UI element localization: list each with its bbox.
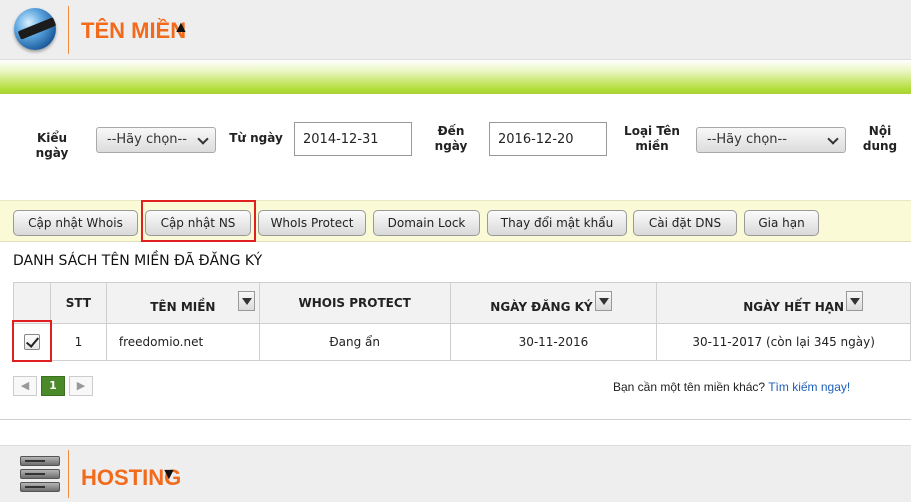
row-domain: freedomio.net: [105, 323, 260, 361]
row-registered-date: 30-11-2016: [449, 323, 658, 361]
change-password-button[interactable]: Thay đổi mật khẩu: [487, 210, 627, 236]
chevron-down-icon: [197, 133, 209, 145]
filter-panel: Kiểu ngày --Hãy chọn-- Từ ngày 2014-12-3…: [0, 94, 911, 200]
content-label: Nội dung: [862, 124, 898, 153]
search-prompt: Bạn cần một tên miền khác? Tìm kiếm ngay…: [613, 380, 850, 394]
action-toolbar: Cập nhật Whois Cập nhật NS WhoIs Protect…: [0, 200, 911, 242]
search-now-link[interactable]: Tìm kiếm ngay!: [768, 380, 850, 394]
to-date-label: Đến ngày: [434, 124, 468, 153]
sort-dropdown-icon[interactable]: [846, 291, 864, 311]
row-whois-status: Đang ẩn: [258, 323, 451, 361]
server-icon: [20, 456, 60, 494]
table-header-row: STT TÊN MIỀN WHOIS PROTECT NGÀY ĐĂNG KÝ …: [13, 282, 911, 324]
from-date-label: Từ ngày: [229, 131, 283, 145]
column-header-whois: WHOIS PROTECT: [258, 282, 451, 324]
column-header-expires: NGÀY HẾT HẠN: [656, 282, 911, 324]
domain-management-page: TÊN MIỀN ▲ Kiểu ngày --Hãy chọn-- Từ ngà…: [0, 0, 911, 502]
search-prompt-text: Bạn cần một tên miền khác?: [613, 380, 766, 394]
panel-bottom-border: [0, 419, 911, 427]
update-whois-button[interactable]: Cập nhật Whois: [13, 210, 138, 236]
column-header-stt: STT: [49, 282, 107, 324]
whois-protect-button[interactable]: WhoIs Protect: [258, 210, 366, 236]
select-column-header: [13, 282, 51, 324]
domain-type-select[interactable]: --Hãy chọn--: [696, 127, 846, 153]
renew-button[interactable]: Gia hạn: [744, 210, 819, 236]
row-expiry-date: 30-11-2017 (còn lại 345 ngày): [656, 323, 911, 361]
domain-list-title: DANH SÁCH TÊN MIỀN ĐÃ ĐĂNG KÝ: [13, 253, 263, 269]
domain-table: STT TÊN MIỀN WHOIS PROTECT NGÀY ĐĂNG KÝ …: [13, 282, 911, 361]
hosting-section-header[interactable]: HOSTING ▼: [0, 445, 911, 502]
domain-section-title: TÊN MIỀN: [81, 18, 187, 43]
table-row[interactable]: 1 freedomio.net Đang ẩn 30-11-2016 30-11…: [13, 323, 911, 361]
collapse-up-icon[interactable]: ▲: [173, 19, 189, 37]
section-green-bar: [0, 60, 911, 94]
domain-type-label: Loại Tên miền: [624, 124, 680, 153]
globe-icon: [14, 8, 57, 50]
checkbox-highlight: [12, 320, 52, 362]
to-date-field[interactable]: 2016-12-20: [489, 122, 607, 156]
expand-down-icon[interactable]: ▼: [161, 466, 177, 484]
row-stt: 1: [49, 323, 107, 361]
header-divider: [68, 450, 69, 498]
column-header-domain: TÊN MIỀN: [105, 282, 260, 324]
sort-dropdown-icon[interactable]: [594, 291, 612, 311]
date-type-label: Kiểu ngày: [35, 131, 69, 160]
domain-type-select-value: --Hãy chọn--: [707, 132, 787, 147]
domain-lock-button[interactable]: Domain Lock: [373, 210, 480, 236]
from-date-field[interactable]: 2014-12-31: [294, 122, 412, 156]
domain-section-header[interactable]: TÊN MIỀN ▲: [0, 0, 911, 60]
pager-current-page[interactable]: 1: [41, 376, 65, 396]
dns-settings-button[interactable]: Cài đặt DNS: [633, 210, 737, 236]
pager-next-button[interactable]: ▶: [69, 376, 93, 396]
date-type-select[interactable]: --Hãy chọn--: [96, 127, 216, 153]
date-type-select-value: --Hãy chọn--: [107, 132, 187, 147]
chevron-down-icon: [827, 133, 839, 145]
column-header-registered: NGÀY ĐĂNG KÝ: [449, 282, 658, 324]
header-divider: [68, 6, 69, 54]
pager-prev-button[interactable]: ◀: [13, 376, 37, 396]
update-ns-highlight: [141, 200, 256, 242]
sort-dropdown-icon[interactable]: [237, 291, 255, 311]
